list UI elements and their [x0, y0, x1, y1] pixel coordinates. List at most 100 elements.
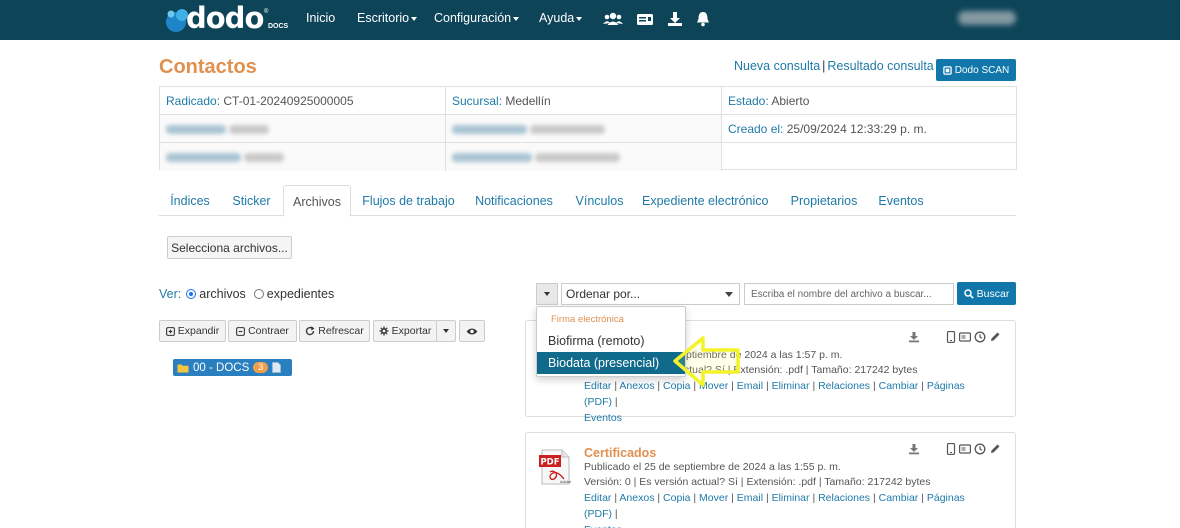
refresh-icon — [306, 326, 315, 336]
mobile-icon[interactable] — [946, 443, 956, 455]
action-copia[interactable]: Copia — [663, 492, 690, 504]
view-eye-button[interactable] — [459, 320, 485, 342]
export-caret-button[interactable] — [436, 320, 456, 342]
tab-vinculos[interactable]: Vínculos — [572, 185, 627, 216]
collapse-button[interactable]: Contraer — [228, 320, 297, 342]
file-search-input[interactable] — [744, 283, 954, 305]
id-card-icon[interactable] — [959, 331, 971, 343]
tab-eventos[interactable]: Eventos — [875, 185, 927, 216]
case-info-grid: Radicado: CT-01-20240925000005 Sucursal:… — [159, 86, 1017, 171]
download-icon[interactable] — [908, 331, 920, 343]
radio-archivos-label: archivos — [199, 287, 246, 301]
refresh-button[interactable]: Refrescar — [299, 320, 370, 342]
creado-label: Creado el: — [728, 122, 784, 136]
action-mover[interactable]: Mover — [699, 492, 728, 504]
annotation-arrow-icon — [673, 336, 740, 387]
view-label: Ver: — [159, 287, 182, 301]
file-count-badge: 3 — [253, 362, 269, 373]
folder-icon — [177, 364, 189, 372]
sort-direction-button[interactable] — [536, 283, 558, 305]
action-relaciones[interactable]: Relaciones — [818, 380, 870, 392]
pencil-icon[interactable] — [989, 331, 1001, 343]
caret-down-icon — [576, 16, 583, 21]
download-icon[interactable] — [666, 10, 684, 28]
dodo-scan-button[interactable]: Dodo SCAN — [936, 59, 1016, 81]
radio-archivos[interactable] — [186, 289, 197, 299]
user-menu-blurred[interactable] — [958, 11, 1016, 25]
estado-value: Abierto — [771, 94, 810, 108]
blurred-value — [530, 125, 606, 135]
action-eventos[interactable]: Eventos — [584, 412, 622, 424]
nav-inicio[interactable]: Inicio — [306, 11, 335, 25]
file-title[interactable]: Certificados — [584, 446, 656, 460]
action-cambiar[interactable]: Cambiar — [879, 492, 919, 504]
chevron-down-icon — [725, 292, 733, 297]
pdf-badge-text: PDF — [540, 458, 559, 468]
tree-folder-label: 00 - DOCS — [193, 361, 250, 374]
sucursal-label: Sucursal: — [452, 94, 503, 108]
tab-sticker[interactable]: Sticker — [223, 185, 280, 216]
radio-expedientes[interactable] — [253, 289, 264, 299]
bell-icon[interactable] — [694, 10, 712, 28]
id-card-icon[interactable] — [636, 10, 654, 28]
export-button[interactable]: Exportar — [373, 320, 437, 342]
action-eliminar[interactable]: Eliminar — [772, 380, 810, 392]
select-files-button[interactable]: Selecciona archivos... — [167, 236, 292, 259]
sort-dropdown-menu: Firma electrónica Biofirma (remoto) Biod… — [536, 306, 686, 377]
radicado-label: Radicado: — [166, 94, 221, 108]
action-anexos[interactable]: Anexos — [619, 492, 654, 504]
plus-square-icon — [165, 326, 175, 336]
creado-cell: Creado el: 25/09/2024 12:33:29 p. m. — [722, 115, 1016, 143]
download-icon[interactable] — [908, 443, 920, 455]
blurred-field-1 — [160, 115, 446, 143]
nav-configuracion[interactable]: Configuración — [434, 11, 520, 25]
action-editar[interactable]: Editar — [584, 380, 611, 392]
tab-archivos[interactable]: Archivos — [283, 185, 351, 217]
nav-escritorio[interactable]: Escritorio — [357, 11, 418, 25]
menu-item-biofirma-remoto[interactable]: Biofirma (remoto) — [537, 330, 685, 352]
eye-icon — [466, 328, 478, 334]
clock-icon[interactable] — [974, 443, 986, 455]
id-card-icon[interactable] — [959, 443, 971, 455]
caret-down-icon — [411, 16, 418, 21]
tab-indices[interactable]: Índices — [159, 185, 221, 216]
estado-label: Estado: — [728, 94, 769, 108]
action-eliminar[interactable]: Eliminar — [772, 492, 810, 504]
dropdown-header: Firma electrónica — [551, 314, 624, 325]
dodo-logo[interactable]: dodo ® DOCS — [164, 1, 288, 37]
file-meta: Versión: 0 | Es versión actual? Sí | Ext… — [584, 476, 931, 488]
sort-by-select[interactable]: Ordenar por... — [561, 283, 740, 305]
tab-flujos-de-trabajo[interactable]: Flujos de trabajo — [358, 185, 459, 216]
logo-registered-mark: ® — [264, 9, 269, 15]
tab-bar: Índices Sticker Archivos Flujos de traba… — [159, 185, 1016, 217]
nav-ayuda[interactable]: Ayuda — [539, 11, 583, 25]
menu-item-biodata-presencial[interactable]: Biodata (presencial) — [537, 352, 685, 374]
tab-propietarios[interactable]: Propietarios — [787, 185, 861, 216]
users-icon[interactable] — [603, 10, 623, 28]
tab-expediente-electronico[interactable]: Expediente electrónico — [642, 185, 768, 216]
pencil-icon[interactable] — [989, 443, 1001, 455]
action-editar[interactable]: Editar — [584, 492, 611, 504]
tree-folder-00-docs[interactable]: 00 - DOCS 3 — [173, 359, 292, 376]
action-email[interactable]: Email — [737, 492, 763, 504]
action-relaciones[interactable]: Relaciones — [818, 492, 870, 504]
expand-label: Expandir — [177, 325, 220, 337]
caret-down-icon — [443, 329, 449, 333]
blurred-label — [452, 153, 532, 163]
query-links: Nueva consulta | Resultado consulta — [734, 59, 934, 73]
query-result-link[interactable]: Resultado consulta — [827, 59, 933, 73]
blurred-field-2 — [446, 115, 722, 143]
clock-icon[interactable] — [974, 331, 986, 343]
action-cambiar[interactable]: Cambiar — [879, 380, 919, 392]
mobile-icon[interactable] — [946, 331, 956, 343]
tab-notificaciones[interactable]: Notificaciones — [472, 185, 556, 216]
new-query-link[interactable]: Nueva consulta — [734, 59, 820, 73]
action-anexos[interactable]: Anexos — [619, 380, 654, 392]
sucursal-cell: Sucursal: Medellín — [446, 87, 722, 115]
top-navbar: dodo ® DOCS Inicio Escritorio Configurac… — [0, 0, 1180, 40]
search-button[interactable]: Buscar — [957, 282, 1016, 305]
action-eventos[interactable]: Eventos — [584, 524, 622, 528]
radicado-cell: Radicado: CT-01-20240925000005 — [160, 87, 446, 115]
expand-button[interactable]: Expandir — [159, 320, 226, 342]
file-published: Publicado el 25 de septiembre de 2024 a … — [584, 461, 841, 473]
